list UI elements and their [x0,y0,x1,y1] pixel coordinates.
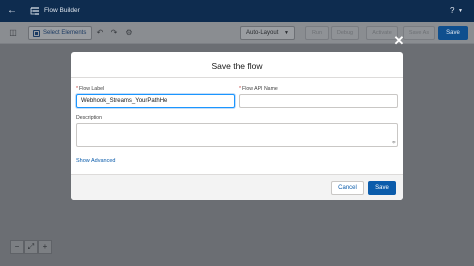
modal-title: Save the flow [211,61,263,71]
show-advanced-link[interactable]: Show Advanced [76,158,115,164]
flow-api-name-input[interactable] [239,94,398,108]
auto-layout-label: Auto-Layout [246,30,279,36]
redo-icon[interactable]: ↷ [108,27,120,39]
description-textarea[interactable]: ≑ [76,123,398,147]
flow-api-name-text: Flow API Name [242,86,278,92]
back-arrow-icon[interactable]: ← [7,5,17,17]
chevron-down-icon[interactable]: ▼ [458,8,463,14]
run-button[interactable]: Run [305,26,329,40]
select-elements-button[interactable]: Select Elements [28,26,93,40]
flow-api-name-label: *Flow API Name [239,86,278,92]
zoom-controls: − ⤢ + [10,240,52,254]
select-elements-label: Select Elements [43,30,87,36]
settings-icon[interactable]: ⚙ [123,27,135,39]
toolbar-save-button[interactable]: Save [438,26,468,40]
debug-button[interactable]: Debug [331,26,359,40]
save-as-button[interactable]: Save As [403,26,435,40]
flow-builder-logo-icon [30,7,39,15]
flow-label-label: *Flow Label [76,86,104,92]
zoom-in-button[interactable]: + [38,240,52,254]
modal-body: *Flow Label Webhook_Streams_YourPathHe *… [71,78,403,175]
flow-label-input[interactable]: Webhook_Streams_YourPathHe [76,94,235,108]
modal-footer: Cancel Save [71,174,403,200]
app-header: ← Flow Builder ? ▼ [0,0,474,22]
cancel-button[interactable]: Cancel [331,181,364,195]
required-marker: * [239,86,242,92]
zoom-out-button[interactable]: − [10,240,24,254]
toggle-panel-icon[interactable]: ◫ [7,27,19,39]
modal-header: Save the flow [71,52,403,78]
undo-icon[interactable]: ↶ [94,27,106,39]
app-title: Flow Builder [44,7,80,14]
auto-layout-select[interactable]: Auto-Layout ▼ [240,26,295,40]
save-button[interactable]: Save [368,181,396,195]
required-marker: * [76,86,79,92]
resize-grip-icon[interactable]: ≑ [392,141,396,146]
save-flow-modal: Save the flow *Flow Label Webhook_Stream… [71,52,403,200]
flow-label-text: Flow Label [79,86,105,92]
fit-view-button[interactable]: ⤢ [24,240,38,254]
description-label: Description [76,115,102,121]
close-icon[interactable]: ✕ [392,34,406,48]
chevron-down-icon: ▼ [284,30,289,36]
help-icon[interactable]: ? [450,6,454,15]
select-icon [33,29,40,37]
